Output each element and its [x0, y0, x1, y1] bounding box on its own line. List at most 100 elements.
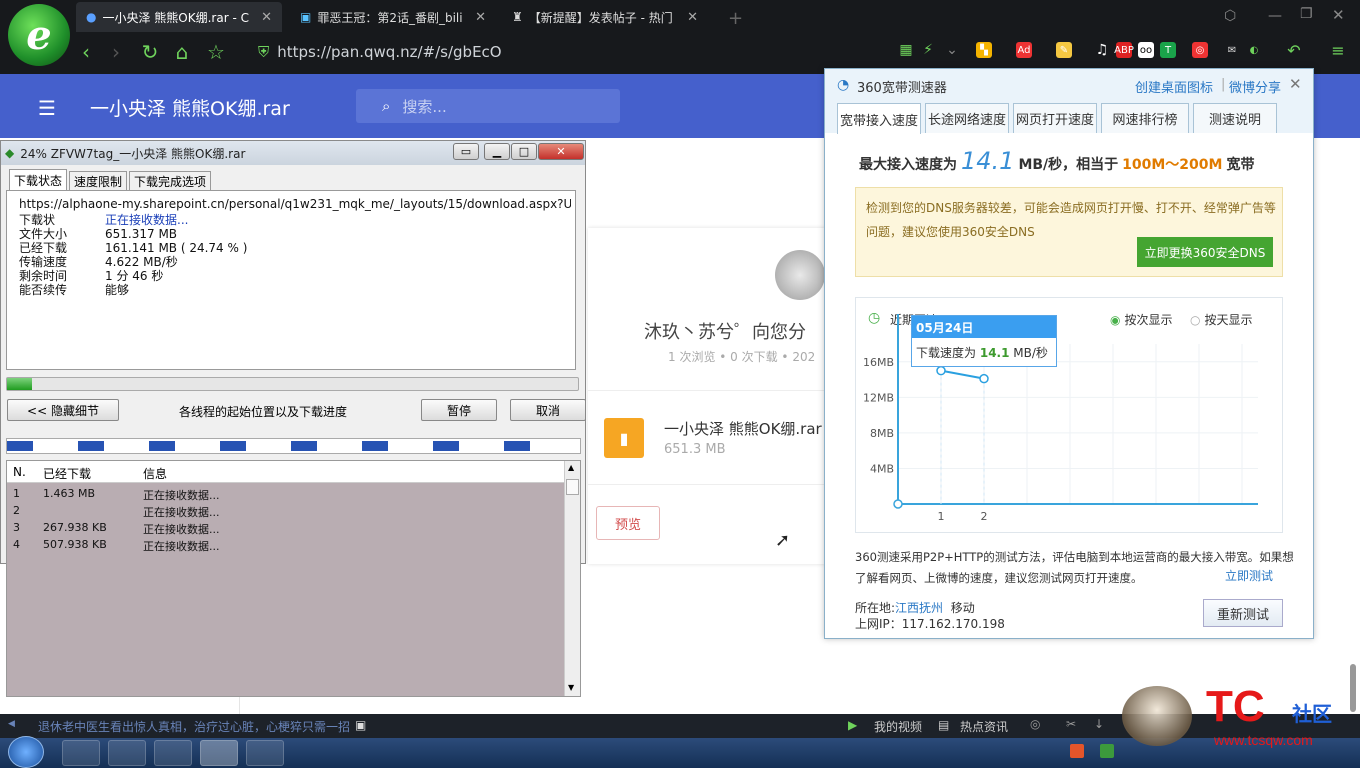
field-label: 剩余时间: [19, 269, 68, 283]
dropdown-chevron-icon[interactable]: ⌄: [944, 42, 960, 58]
tab-favicon-icon: ●: [86, 10, 97, 24]
tab-bilibili[interactable]: ▣ 罪恶王冠：第2话_番剧_bili ✕: [290, 2, 496, 32]
tab-download-status[interactable]: 下载状态: [9, 169, 68, 191]
ip-label: 上网IP：: [855, 617, 902, 631]
notifications-icon[interactable]: ◎: [1192, 42, 1208, 58]
hamburger-menu-icon[interactable]: ☰: [38, 96, 56, 120]
tools-icon[interactable]: ✂: [1066, 717, 1076, 731]
news-ticker[interactable]: 退休老中医生看出惊人真相，治疗过心脏，心梗猝只需一招: [38, 718, 350, 735]
music-icon[interactable]: ♫: [1094, 42, 1110, 58]
tab-completion-options[interactable]: 下载完成选项: [129, 171, 212, 191]
close-tab-icon[interactable]: ✕: [475, 10, 486, 25]
tooltip-value: 14.1: [979, 346, 1010, 360]
scroll-up-icon[interactable]: ▲: [568, 463, 574, 472]
page-scrollbar[interactable]: [1350, 664, 1356, 712]
minimize-icon[interactable]: —: [1268, 8, 1282, 24]
browser-taskbar-icon[interactable]: [62, 740, 100, 766]
status-panel: https://alphaone-my.sharepoint.cn/person…: [6, 190, 576, 370]
sync-icon[interactable]: ◐: [1246, 42, 1262, 58]
tab-page-open-speed[interactable]: 网页打开速度: [1013, 103, 1097, 133]
column-header[interactable]: 信息: [143, 465, 167, 482]
tab-access-speed[interactable]: 宽带接入速度: [837, 103, 921, 134]
series-line: [940, 369, 985, 380]
main-menu-icon[interactable]: ≡: [1330, 41, 1346, 60]
avatar[interactable]: [775, 250, 825, 300]
tab-share[interactable]: ● 一小央泽 熊熊OK绷.rar - C ✕: [76, 2, 282, 32]
close-icon[interactable]: ✕: [1289, 75, 1302, 93]
table-row[interactable]: 2 正在接收数据...: [7, 502, 564, 519]
max-speed-prefix: 最大接入速度为: [859, 157, 957, 173]
tray-app-icon[interactable]: [1070, 744, 1084, 758]
scrollbar[interactable]: ▲ ▼: [564, 461, 580, 696]
skin-toggle-button[interactable]: ▭: [453, 143, 479, 160]
switch-dns-button[interactable]: 立即更换360安全DNS: [1137, 237, 1273, 267]
apps-icon[interactable]: ▚: [976, 42, 992, 58]
search-input[interactable]: ⌕ 搜索...: [356, 89, 620, 123]
pause-button[interactable]: 暂停: [421, 399, 497, 421]
field-value: 正在接收数据...: [105, 213, 189, 227]
address-bar[interactable]: ⛨ https://pan.qwq.nz/#/s/gbEcO: [258, 39, 878, 65]
new-tab-icon[interactable]: +: [728, 8, 743, 29]
my-video-link[interactable]: 我的视频: [874, 718, 922, 735]
table-cell: 正在接收数据...: [143, 523, 220, 536]
explorer-taskbar-icon[interactable]: [154, 740, 192, 766]
weibo-share-link[interactable]: 微博分享: [1229, 77, 1281, 96]
chart-tooltip: 05月24日 下载速度为 14.1 MB/秒: [911, 315, 1057, 367]
column-header[interactable]: 已经下载: [43, 465, 91, 482]
cancel-button[interactable]: 取消: [510, 399, 586, 421]
t-extension-icon[interactable]: T: [1160, 42, 1176, 58]
skin-icon[interactable]: ⬡: [1224, 8, 1236, 24]
maximize-button[interactable]: □: [511, 143, 537, 160]
adblock-icon[interactable]: Ad: [1016, 42, 1032, 58]
maximize-icon[interactable]: ❐: [1300, 6, 1313, 22]
web-icon[interactable]: ◎: [1030, 717, 1040, 731]
download-icon[interactable]: ↓: [1094, 717, 1104, 731]
test-now-link[interactable]: 立即测试: [1225, 567, 1273, 584]
tab-instructions[interactable]: 测速说明: [1193, 103, 1277, 133]
app-taskbar-icon[interactable]: [108, 740, 146, 766]
minimize-button[interactable]: ▁: [484, 143, 510, 160]
scroll-thumb[interactable]: [566, 479, 579, 495]
qr-code-icon[interactable]: ▦: [898, 42, 914, 58]
thread-segment: [7, 441, 33, 451]
home-icon[interactable]: ⌂: [170, 40, 194, 64]
tray-network-icon[interactable]: [1100, 744, 1114, 758]
accelerate-icon[interactable]: ⚡: [920, 42, 936, 58]
tab-forum[interactable]: ♜ 【新提醒】发表帖子 - 热门 ✕: [502, 2, 708, 32]
favorite-star-icon[interactable]: ☆: [204, 40, 228, 64]
column-header[interactable]: N.: [13, 465, 26, 479]
archive-file-icon: ▮: [604, 418, 644, 458]
notes-icon[interactable]: ✎: [1056, 42, 1072, 58]
tab-long-distance[interactable]: 长途网络速度: [925, 103, 1009, 133]
hot-news-link[interactable]: 热点资讯: [960, 718, 1008, 735]
table-row[interactable]: 1 1.463 MB 正在接收数据...: [7, 485, 564, 502]
thread-segment: [362, 441, 388, 451]
file-name[interactable]: 一小央泽 熊熊OK绷.rar: [664, 418, 822, 439]
tab-ranking[interactable]: 网速排行榜: [1101, 103, 1189, 133]
forward-icon[interactable]: ›: [104, 40, 128, 64]
hide-details-button[interactable]: << 隐藏细节: [7, 399, 119, 421]
translate-icon[interactable]: oo: [1138, 42, 1154, 58]
preview-button[interactable]: 预览: [596, 506, 660, 540]
address-text: https://pan.qwq.nz/#/s/gbEcO: [277, 43, 502, 61]
abp-icon[interactable]: ABP: [1114, 42, 1134, 58]
back-icon[interactable]: ‹: [74, 40, 98, 64]
close-tab-icon[interactable]: ✕: [687, 10, 698, 25]
start-button[interactable]: [8, 736, 44, 768]
scroll-down-icon[interactable]: ▼: [568, 683, 574, 692]
close-button[interactable]: ✕: [538, 143, 584, 160]
mail-icon[interactable]: ✉: [1224, 42, 1240, 58]
browser-logo-icon[interactable]: e: [8, 4, 70, 66]
close-window-icon[interactable]: ✕: [1332, 6, 1345, 24]
speedtest-taskbar-icon[interactable]: [246, 740, 284, 766]
close-tab-icon[interactable]: ✕: [261, 10, 272, 25]
downloader-taskbar-icon[interactable]: [200, 740, 238, 766]
tab-speed-limit[interactable]: 速度限制: [69, 171, 128, 191]
table-row[interactable]: 3 267.938 KB 正在接收数据...: [7, 519, 564, 536]
refresh-icon[interactable]: ↻: [138, 40, 162, 64]
thread-segment: [291, 441, 317, 451]
retest-button[interactable]: 重新测试: [1203, 599, 1283, 627]
table-row[interactable]: 4 507.938 KB 正在接收数据...: [7, 536, 564, 553]
undo-icon[interactable]: ↶: [1286, 41, 1302, 60]
create-desktop-icon-link[interactable]: 创建桌面图标: [1135, 77, 1213, 96]
